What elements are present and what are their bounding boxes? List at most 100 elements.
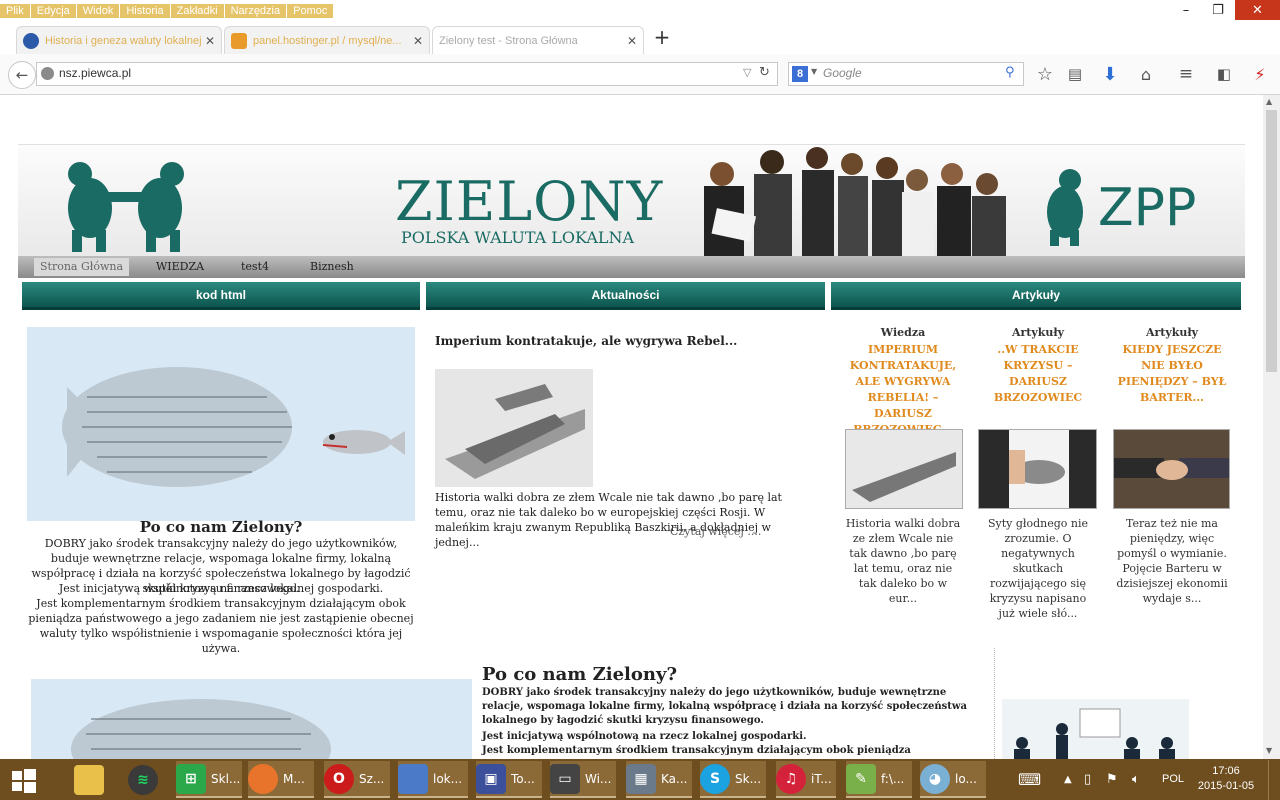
second-heading: Po co nam Zielony? (482, 664, 677, 685)
taskbar-spotify[interactable]: ≋ (128, 761, 163, 798)
taskbar-store[interactable]: ⊞ Skl... (176, 761, 242, 798)
keyboard-icon[interactable]: ⌨ (1018, 761, 1041, 798)
taskbar-explorer[interactable] (74, 761, 109, 798)
menu-bookmarks[interactable]: Zakładki (170, 4, 224, 18)
bookmark-star-icon[interactable]: ☆ (1035, 64, 1055, 85)
hamburger-menu-icon[interactable]: ≡ (1176, 64, 1196, 84)
tab-hostinger[interactable]: panel.hostinger.pl / mysql/ne... ✕ (224, 26, 430, 54)
article-category: Wiedza (880, 326, 926, 339)
notepad-icon: ✎ (846, 763, 876, 794)
menu-tools[interactable]: Narzędzia (224, 4, 287, 18)
section-header-kod-html: kod html (22, 282, 420, 310)
article-description: Teraz też nie ma pieniędzy, więc pomyśl … (1116, 517, 1228, 605)
menu-help[interactable]: Pomoc (287, 4, 334, 18)
tab-zielony[interactable]: Zielony test - Strona Główna ✕ (432, 26, 644, 54)
close-window-button[interactable]: ✕ (1235, 0, 1280, 20)
news-title[interactable]: Imperium kontratakuje, ale wygrywa Rebel… (435, 334, 815, 349)
intro-body-3: Jest komplementarnym środkiem transakcyj… (28, 597, 414, 655)
article-title[interactable]: IMPERIUM KONTRATAKUJE, ALE WYGRYWA REBEL… (845, 342, 961, 438)
nav-wiedza[interactable]: WIEDZA (156, 260, 204, 273)
taskbar-virtualbox[interactable]: lok... (398, 761, 468, 798)
taskbar-save[interactable]: ▣ To... (476, 761, 542, 798)
new-tab-button[interactable]: + (650, 24, 674, 50)
dropdown-arrow-icon[interactable]: ▽ (743, 66, 751, 79)
read-more-link[interactable]: Czytaj więcej .... (670, 524, 761, 539)
volume-icon[interactable]: 🔈︎ (1132, 761, 1140, 798)
clock-date: 2015-01-05 (1197, 780, 1255, 792)
download-icon[interactable]: ⬇ (1100, 64, 1120, 85)
sidebar-icon[interactable]: ◧ (1214, 64, 1234, 84)
article-title[interactable]: ..W TRAKCIE KRYZYSU – DARIUSZ BRZOZOWIEC (980, 342, 1096, 406)
taskbar-window[interactable]: ▭ Wi... (550, 761, 616, 798)
tray-expand-icon[interactable]: ▲ (1064, 761, 1072, 798)
taskbar-label: Skl... (211, 771, 241, 786)
spotify-icon: ≋ (128, 764, 158, 795)
nav-biznesh[interactable]: Biznesh (310, 260, 354, 273)
taskbar-label: Sk... (735, 771, 762, 786)
scroll-up-arrow-icon[interactable]: ▲ (1266, 97, 1272, 106)
zpp-logo: ZPP (1098, 178, 1197, 238)
taskbar-label: Ka... (661, 771, 688, 786)
network-icon[interactable]: ⚑ (1106, 761, 1118, 798)
column-divider (994, 648, 996, 759)
reload-icon[interactable]: ↻ (759, 65, 770, 80)
second-body: DOBRY jako środek transakcyjny należy do… (482, 687, 967, 726)
article-thumbnail[interactable] (978, 429, 1097, 509)
fish-school-image (31, 679, 472, 799)
section-header-aktualnosci: Aktualności (426, 282, 825, 310)
show-desktop-button[interactable] (1268, 760, 1280, 800)
close-tab-icon[interactable]: ✕ (413, 34, 423, 48)
maximize-button[interactable]: ❐ (1198, 0, 1238, 20)
close-tab-icon[interactable]: ✕ (627, 34, 637, 48)
taskbar-paint[interactable]: ◕ lo... (920, 761, 986, 798)
nav-test4[interactable]: test4 (241, 260, 269, 273)
taskbar-opera[interactable]: O Sz... (324, 761, 390, 798)
menu-file[interactable]: Plik (0, 4, 30, 18)
taskbar-firefox[interactable]: M... (248, 761, 314, 798)
article-thumbnail[interactable] (1113, 429, 1230, 509)
menu-edit[interactable]: Edycja (30, 4, 76, 18)
article-title[interactable]: KIEDY JESZCZE NIE BYŁO PIENIĘDZY – BYŁ B… (1114, 342, 1230, 406)
logo-subtitle: POLSKA WALUTA LOKALNA (401, 228, 635, 247)
fish-school-image (27, 327, 415, 521)
start-button[interactable] (8, 761, 38, 798)
search-bar[interactable]: 8 ▼ Google ⚲ (788, 62, 1024, 86)
taskbar-label: iT... (811, 771, 832, 786)
tab-title: Zielony test - Strona Główna (439, 34, 578, 47)
section-header-artykuly: Artykuły (831, 282, 1241, 310)
back-button[interactable]: ← (8, 61, 36, 89)
paint-icon: ◕ (920, 763, 950, 794)
taskbar-label: To... (511, 771, 535, 786)
windows-logo-icon (12, 768, 36, 793)
tab-title: Historia i geneza waluty lokalnej... (45, 34, 201, 47)
battery-icon[interactable]: ▯ (1084, 761, 1091, 798)
google-icon[interactable]: 8 (792, 66, 808, 82)
menu-view[interactable]: Widok (76, 4, 120, 18)
taskbar-notepad[interactable]: ✎ f:\... (846, 761, 912, 798)
taskbar-calculator[interactable]: ▦ Ka... (626, 761, 692, 798)
nav-strona-glowna[interactable]: Strona Główna (34, 258, 130, 276)
tab-historia[interactable]: Historia i geneza waluty lokalnej... ✕ (16, 26, 222, 54)
url-bar[interactable]: nsz.piewca.pl ▽ ↻ (36, 62, 778, 86)
chevron-down-icon[interactable]: ▼ (811, 67, 817, 76)
url-text: nsz.piewca.pl (59, 66, 132, 80)
article-category: Artykuły (1011, 326, 1065, 339)
home-icon[interactable]: ⌂ (1136, 64, 1156, 84)
scroll-down-arrow-icon[interactable]: ▼ (1266, 746, 1272, 755)
taskbar-itunes[interactable]: ♫ iT... (776, 761, 836, 798)
bookmarks-list-icon[interactable]: ▤ (1065, 64, 1085, 84)
taskbar: ≋ ⊞ Skl... M... O Sz... lok... ▣ To... ▭ Wi.… (0, 759, 1280, 800)
tab-title: panel.hostinger.pl / mysql/ne... (253, 34, 402, 47)
logo-title: ZIELONY (395, 170, 664, 233)
close-tab-icon[interactable]: ✕ (205, 34, 215, 48)
addon-icon[interactable]: ⚡ (1250, 64, 1270, 84)
magnifier-icon[interactable]: ⚲ (1005, 65, 1015, 80)
clock-time: 17:06 (1212, 765, 1240, 777)
taskbar-label: Wi... (585, 771, 612, 786)
language-indicator[interactable]: POL (1162, 773, 1184, 785)
clock[interactable]: 17:06 2015-01-05 (1196, 764, 1256, 794)
menu-history[interactable]: Historia (120, 4, 170, 18)
article-thumbnail[interactable] (845, 429, 963, 509)
scrollbar-thumb[interactable] (1266, 110, 1277, 372)
taskbar-skype[interactable]: S Sk... (700, 761, 766, 798)
